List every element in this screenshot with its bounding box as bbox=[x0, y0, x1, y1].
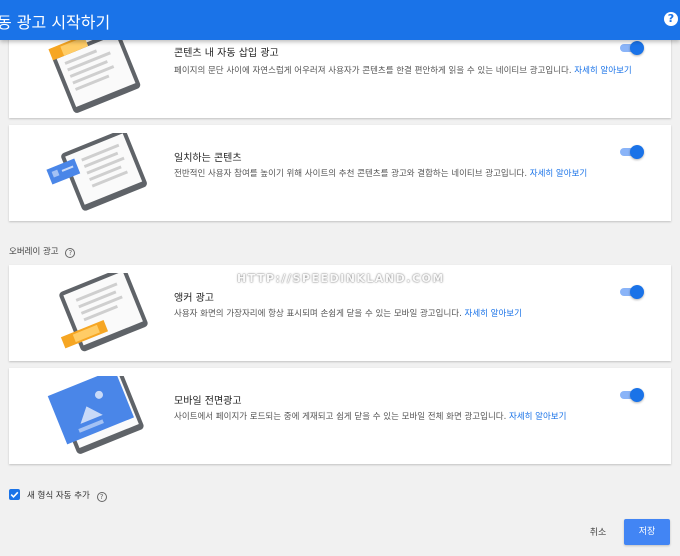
learn-more-link[interactable]: 자세히 알아보기 bbox=[574, 66, 631, 76]
card-title: 모바일 전면광고 bbox=[174, 396, 242, 407]
help-icon[interactable]: ? bbox=[65, 248, 76, 258]
card-description: 페이지의 문단 사이에 자연스럽게 어우러져 사용자가 콘텐츠를 한결 편안하게… bbox=[174, 65, 656, 78]
watermark-text: HTTP://SPEEDINKLAND.COM bbox=[237, 272, 445, 285]
card-title: 일치하는 콘텐츠 bbox=[174, 153, 242, 164]
card-title: 앵커 광고 bbox=[174, 293, 214, 304]
app-header: 동 광고 시작하기 ? bbox=[0, 0, 680, 40]
in-article-illustration bbox=[48, 38, 141, 113]
vignette-ads-toggle[interactable] bbox=[620, 388, 644, 402]
cancel-button[interactable]: 취소 bbox=[578, 521, 618, 545]
card-description-text: 페이지의 문단 사이에 자연스럽게 어우러져 사용자가 콘텐츠를 한결 편안하게… bbox=[174, 66, 572, 76]
card-description-text: 전반적인 사용자 참여를 높이기 위해 사이트의 추천 콘텐츠를 광고와 결합하… bbox=[174, 169, 528, 179]
card-description: 전반적인 사용자 참여를 높이기 위해 사이트의 추천 콘텐츠를 광고와 결합하… bbox=[174, 168, 656, 181]
overlay-ads-section-label: 오버레이 광고 ? bbox=[9, 245, 76, 258]
section-label-text: 오버레이 광고 bbox=[9, 247, 59, 257]
toggle-knob bbox=[630, 41, 644, 55]
card-description: 사용자 화면의 가장자리에 항상 표시되며 손쉽게 닫을 수 있는 모바일 광고… bbox=[174, 308, 656, 321]
toggle-knob bbox=[630, 145, 644, 159]
toggle-knob bbox=[630, 285, 644, 299]
ad-format-card-vignette: 모바일 전면광고 사이트에서 페이지가 로드되는 중에 게재되고 쉽게 닫을 수… bbox=[9, 368, 671, 464]
in-article-toggle[interactable] bbox=[620, 41, 644, 55]
card-description-text: 사용자 화면의 가장자리에 항상 표시되며 손쉽게 닫을 수 있는 모바일 광고… bbox=[174, 309, 462, 319]
anchor-ad-illustration bbox=[59, 273, 148, 352]
help-icon[interactable]: ? bbox=[96, 492, 107, 502]
learn-more-link[interactable]: 자세히 알아보기 bbox=[465, 309, 522, 319]
learn-more-link[interactable]: 자세히 알아보기 bbox=[530, 169, 587, 179]
ad-format-card-matched-content: 일치하는 콘텐츠 전반적인 사용자 참여를 높이기 위해 사이트의 추천 콘텐츠… bbox=[9, 125, 671, 221]
ad-format-card-in-article: 콘텐츠 내 자동 삽입 광고 페이지의 문단 사이에 자연스럽게 어우러져 사용… bbox=[9, 34, 671, 118]
auto-add-label: 새 형식 자동 추가 ? bbox=[27, 489, 107, 502]
matched-content-illustration bbox=[46, 133, 147, 211]
anchor-ads-toggle[interactable] bbox=[620, 285, 644, 299]
page-title: 동 광고 시작하기 bbox=[0, 13, 111, 32]
card-title: 콘텐츠 내 자동 삽입 광고 bbox=[174, 48, 279, 59]
auto-add-checkbox[interactable] bbox=[9, 489, 20, 500]
checkmark-icon bbox=[10, 491, 19, 499]
help-icon[interactable]: ? bbox=[664, 12, 678, 26]
learn-more-link[interactable]: 자세히 알아보기 bbox=[509, 412, 566, 422]
toggle-knob bbox=[630, 388, 644, 402]
auto-add-label-text: 새 형식 자동 추가 bbox=[27, 491, 90, 501]
vignette-ad-illustration bbox=[47, 376, 144, 454]
card-description: 사이트에서 페이지가 로드되는 중에 게재되고 쉽게 닫을 수 있는 모바일 전… bbox=[174, 411, 656, 424]
save-button[interactable]: 저장 bbox=[624, 519, 670, 545]
card-description-text: 사이트에서 페이지가 로드되는 중에 게재되고 쉽게 닫을 수 있는 모바일 전… bbox=[174, 412, 507, 422]
matched-content-toggle[interactable] bbox=[620, 145, 644, 159]
